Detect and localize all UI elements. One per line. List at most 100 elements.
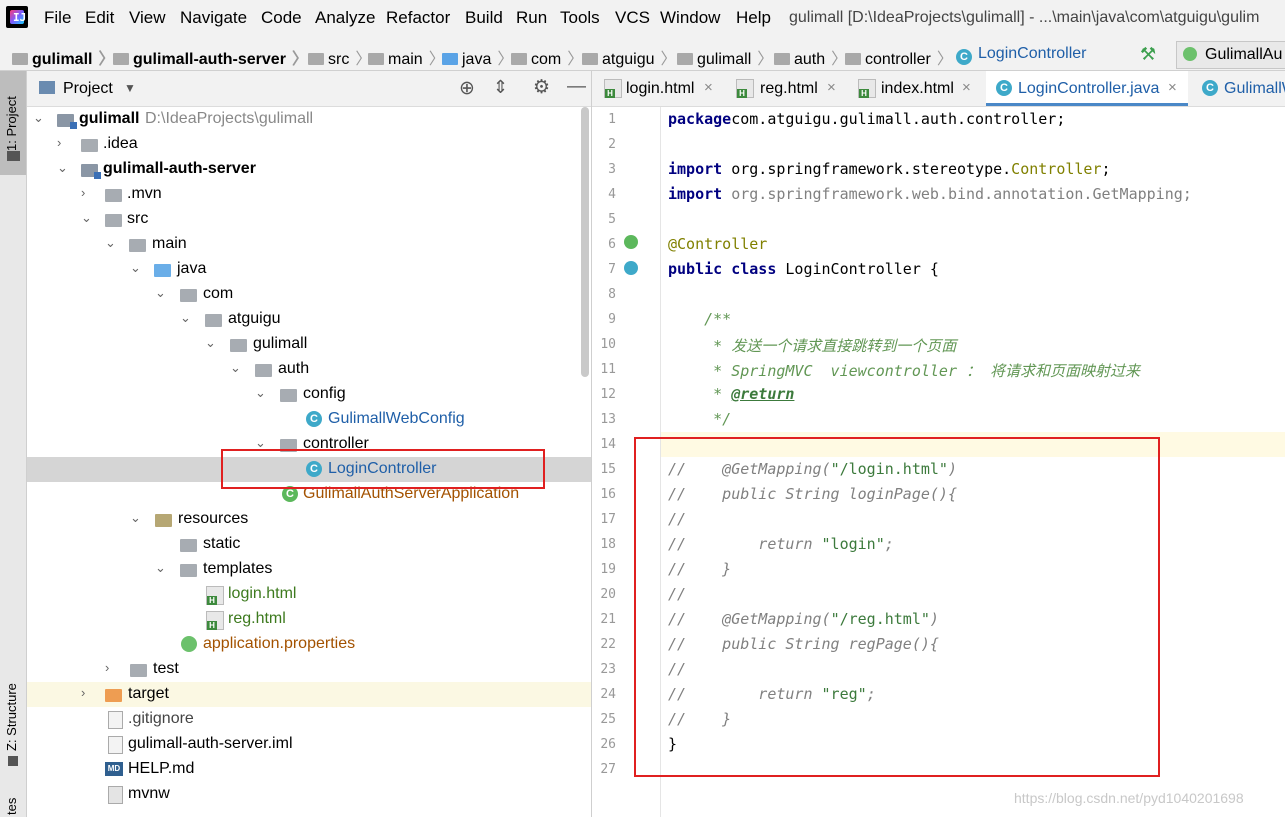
- tree-item-gulimallwebconfig[interactable]: C GulimallWebConfig: [27, 407, 591, 432]
- breadcrumb-auth[interactable]: auth 〉: [774, 45, 853, 69]
- menu-analyze[interactable]: Analyze: [315, 8, 375, 28]
- chevron-down-icon[interactable]: ⌄: [230, 360, 244, 376]
- breadcrumb-src[interactable]: src 〉: [308, 45, 377, 69]
- project-scrollbar[interactable]: [581, 107, 589, 377]
- tree-item-static[interactable]: static: [27, 532, 591, 557]
- tree-item-main[interactable]: ⌄ main: [27, 232, 591, 257]
- menu-vcs[interactable]: VCS: [615, 8, 650, 28]
- build-hammer-icon[interactable]: ⚒: [1140, 44, 1156, 65]
- project-view-selector[interactable]: Project: [63, 80, 113, 98]
- chevron-down-icon[interactable]: ⌄: [130, 510, 144, 526]
- run-configuration-selector[interactable]: GulimallAu: [1176, 41, 1285, 69]
- tree-item-gulimall-pkg[interactable]: ⌄ gulimall: [27, 332, 591, 357]
- breadcrumb-auth-server[interactable]: gulimall-auth-server 〉: [113, 45, 314, 69]
- tree-item-com[interactable]: ⌄ com: [27, 282, 591, 307]
- chevron-right-icon[interactable]: ›: [105, 660, 119, 675]
- tree-item-atguigu[interactable]: ⌄ atguigu: [27, 307, 591, 332]
- breadcrumb-main[interactable]: main 〉: [368, 45, 451, 69]
- breadcrumb-atguigu[interactable]: atguigu 〉: [582, 45, 683, 69]
- menu-window[interactable]: Window: [660, 8, 720, 28]
- tree-item-mvnw[interactable]: mvnw: [27, 782, 591, 807]
- chevron-down-icon[interactable]: ▼: [124, 81, 136, 95]
- tree-item-auth[interactable]: ⌄ auth: [27, 357, 591, 382]
- menu-view[interactable]: View: [129, 8, 166, 28]
- tree-item-application-properties[interactable]: application.properties: [27, 632, 591, 657]
- tree-item-auth-server[interactable]: ⌄ gulimall-auth-server: [27, 157, 591, 182]
- code-token: import: [668, 160, 723, 178]
- class-icon: C: [1202, 80, 1218, 96]
- menu-help[interactable]: Help: [736, 8, 771, 28]
- structure-tool-tab[interactable]: Z: Structure: [0, 671, 26, 771]
- favorites-tool-tab[interactable]: tes: [0, 791, 26, 817]
- chevron-right-icon[interactable]: ›: [81, 685, 95, 700]
- tree-item-templates[interactable]: ⌄ templates: [27, 557, 591, 582]
- menu-run[interactable]: Run: [516, 8, 547, 28]
- tree-item-src[interactable]: ⌄ src: [27, 207, 591, 232]
- tree-item-gitignore[interactable]: .gitignore: [27, 707, 591, 732]
- chevron-down-icon[interactable]: ⌄: [205, 335, 219, 351]
- breadcrumb-com[interactable]: com 〉: [511, 45, 589, 69]
- chevron-down-icon[interactable]: ⌄: [57, 160, 71, 176]
- chevron-down-icon[interactable]: ⌄: [130, 260, 144, 276]
- code-token: public class: [668, 260, 777, 278]
- minimize-icon[interactable]: —: [567, 76, 586, 98]
- chevron-down-icon[interactable]: ⌄: [81, 210, 95, 226]
- tree-item-gulimall[interactable]: ⌄ gulimall D:\IdeaProjects\gulimall: [27, 107, 591, 132]
- chevron-down-icon[interactable]: ⌄: [180, 310, 194, 326]
- tab-index-html[interactable]: index.html ×: [848, 71, 982, 105]
- watermark: https://blog.csdn.net/pyd1040201698: [1014, 790, 1244, 806]
- iml-file-icon: [108, 736, 123, 754]
- menu-file[interactable]: File: [44, 8, 71, 28]
- package-icon: [230, 339, 247, 352]
- collapse-all-icon[interactable]: ⇕: [493, 77, 508, 98]
- project-tool-tab[interactable]: 1: Project: [0, 71, 26, 175]
- tab-gulimallw[interactable]: C GulimallW: [1192, 71, 1285, 105]
- package-icon: [511, 53, 527, 65]
- chevron-right-icon[interactable]: ›: [57, 135, 71, 150]
- close-icon[interactable]: ×: [962, 79, 971, 96]
- tree-item-target[interactable]: › target: [27, 682, 591, 707]
- menu-refactor[interactable]: Refactor: [386, 8, 450, 28]
- menu-tools[interactable]: Tools: [560, 8, 600, 28]
- tree-item-login-html[interactable]: login.html: [27, 582, 591, 607]
- breadcrumb-controller[interactable]: controller 〉: [845, 45, 959, 69]
- chevron-down-icon[interactable]: ⌄: [155, 560, 169, 576]
- chevron-right-icon[interactable]: ›: [81, 185, 95, 200]
- menu-navigate[interactable]: Navigate: [180, 8, 247, 28]
- tab-login-html[interactable]: login.html ×: [592, 71, 726, 105]
- tree-item-config[interactable]: ⌄ config: [27, 382, 591, 407]
- close-icon[interactable]: ×: [1168, 79, 1177, 96]
- tree-label: java: [177, 260, 207, 277]
- close-icon[interactable]: ×: [827, 79, 836, 96]
- breadcrumb-gulimall[interactable]: gulimall 〉: [12, 45, 120, 69]
- tree-item-iml[interactable]: gulimall-auth-server.iml: [27, 732, 591, 757]
- menu-code[interactable]: Code: [261, 8, 302, 28]
- menu-build[interactable]: Build: [465, 8, 503, 28]
- breadcrumb-java[interactable]: java 〉: [442, 45, 519, 69]
- chevron-down-icon[interactable]: ⌄: [105, 235, 119, 251]
- tree-item-test[interactable]: › test: [27, 657, 591, 682]
- favorites-tool-tab-label: tes: [4, 797, 19, 815]
- tab-reg-html[interactable]: reg.html ×: [726, 71, 848, 105]
- menu-edit[interactable]: Edit: [85, 8, 114, 28]
- code-token: com.atguigu.gulimall.auth.controller;: [731, 110, 1066, 128]
- breadcrumb-gulimall-pkg[interactable]: gulimall 〉: [677, 45, 779, 69]
- code-token: * 发送一个请求直接跳转到一个页面: [668, 337, 957, 355]
- chevron-down-icon[interactable]: ⌄: [255, 385, 269, 401]
- code-token: import: [668, 185, 723, 203]
- tree-item-idea[interactable]: › .idea: [27, 132, 591, 157]
- tab-logincontroller-java[interactable]: C LoginController.java ×: [986, 71, 1188, 106]
- breadcrumb-logincontroller[interactable]: C LoginController: [956, 45, 1087, 65]
- locate-target-icon[interactable]: ⊕: [459, 77, 475, 100]
- tree-item-reg-html[interactable]: reg.html: [27, 607, 591, 632]
- chevron-down-icon[interactable]: ⌄: [33, 110, 47, 126]
- tree-item-resources[interactable]: ⌄ resources: [27, 507, 591, 532]
- gear-icon[interactable]: ⚙: [533, 76, 550, 99]
- tree-label: gulimall: [253, 335, 308, 352]
- line-number: 24: [600, 687, 616, 702]
- chevron-down-icon[interactable]: ⌄: [155, 285, 169, 301]
- tree-item-java[interactable]: ⌄ java: [27, 257, 591, 282]
- tree-item-help-md[interactable]: MD HELP.md: [27, 757, 591, 782]
- close-icon[interactable]: ×: [704, 79, 713, 96]
- tree-item-mvn[interactable]: › .mvn: [27, 182, 591, 207]
